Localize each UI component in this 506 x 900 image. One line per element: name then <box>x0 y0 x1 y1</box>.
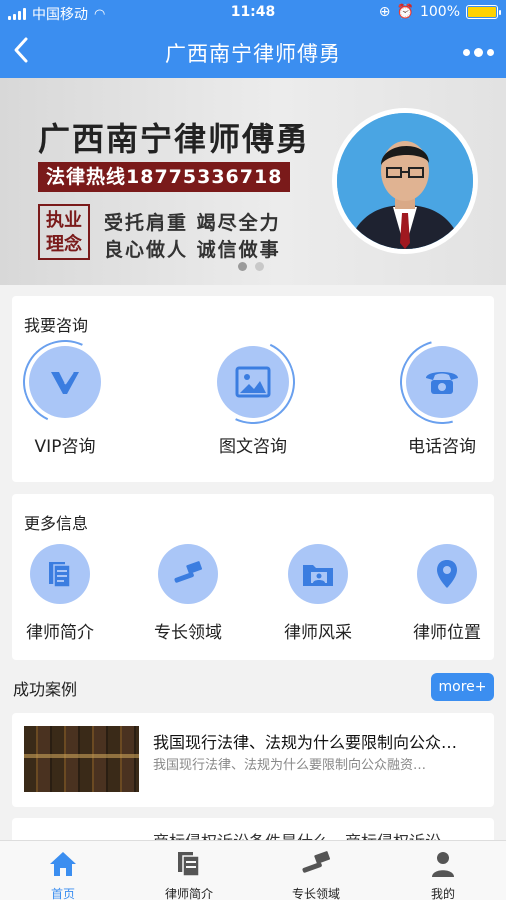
vip-consult-label: VIP咨询 <box>34 437 96 457</box>
consult-card: 我要咨询 VIP咨询 图文咨询 电话咨询 <box>11 296 500 482</box>
carousel-dot[interactable] <box>255 262 264 271</box>
carousel-indicator <box>238 262 264 271</box>
alarm-icon: ⏰ <box>396 4 414 20</box>
portrait-image <box>337 113 473 249</box>
more-info-card: 更多信息 律师简介 专长领域 律师风采 律师位置 <box>12 494 494 660</box>
bottom-tab-bar: 首页 律师简介 专长领域 我的 <box>0 840 506 900</box>
cases-more-button[interactable]: more+ <box>431 673 494 701</box>
home-icon <box>50 852 76 876</box>
user-icon <box>432 852 454 877</box>
tab-mine-label: 我的 <box>430 887 455 900</box>
banner-motto-1: 受托肩重 竭尽全力 <box>104 212 281 234</box>
carousel-dot-active[interactable] <box>238 262 247 271</box>
gavel-icon <box>302 851 331 873</box>
case-description: 我国现行法律、法规为什么要限制向公众融资… <box>153 758 427 773</box>
lawyer-gallery-label: 律师风采 <box>284 623 352 643</box>
orientation-lock-icon: ⊕ <box>378 4 391 20</box>
vip-consult-button[interactable]: VIP咨询 <box>5 328 125 457</box>
nav-bar: 广西南宁律师傅勇 <box>0 26 506 78</box>
top-bar: 中国移动 ◠ 11:48 ⊕ ⏰ 100% 广西南宁律师傅勇 <box>0 0 506 78</box>
phone-consult-button[interactable]: 电话咨询 <box>382 324 502 457</box>
image-text-consult-label: 图文咨询 <box>219 437 287 457</box>
more-menu-button[interactable] <box>463 48 494 57</box>
consult-title: 我要咨询 <box>24 316 89 335</box>
banner-carousel[interactable]: 广西南宁律师傅勇 法律热线18775336718 执业 理念 受托肩重 竭尽全力… <box>0 78 506 285</box>
location-pin-icon <box>437 560 457 588</box>
seal-line-2: 理念 <box>46 234 82 255</box>
banner-title: 广西南宁律师傅勇 <box>38 120 311 158</box>
banner-motto-2: 良心做人 诚信做事 <box>104 239 281 261</box>
expertise-label: 专长领域 <box>154 623 222 643</box>
seal-line-1: 执业 <box>46 210 82 231</box>
tab-home-label: 首页 <box>50 887 75 900</box>
battery-icon <box>466 5 501 19</box>
gavel-icon <box>174 561 203 583</box>
cases-section-title: 成功案例 <box>13 680 78 699</box>
tab-expertise[interactable]: 专长领域 <box>266 849 366 900</box>
expertise-button[interactable]: 专长领域 <box>138 544 238 643</box>
tab-expertise-label: 专长领域 <box>291 887 340 900</box>
battery-text: 100% <box>419 4 460 20</box>
case-thumbnail <box>24 726 139 792</box>
status-right: ⊕ ⏰ 100% <box>378 4 501 20</box>
more-info-title: 更多信息 <box>24 514 89 533</box>
status-bar: 中国移动 ◠ 11:48 ⊕ ⏰ 100% <box>0 0 506 26</box>
image-text-consult-button[interactable]: 图文咨询 <box>193 328 313 457</box>
banner-seal: 执业 理念 <box>38 204 90 260</box>
lawyer-portrait <box>332 108 478 254</box>
tab-lawyer-profile[interactable]: 律师简介 <box>139 849 239 900</box>
tab-lawyer-profile-label: 律师简介 <box>164 887 213 900</box>
tab-home[interactable]: 首页 <box>13 849 113 900</box>
lawyer-profile-label: 律师简介 <box>26 623 94 643</box>
page-title: 广西南宁律师傅勇 <box>165 42 341 66</box>
photo-folder-icon <box>303 565 333 586</box>
document-icon <box>178 852 200 877</box>
lawyer-location-button[interactable]: 律师位置 <box>397 544 497 643</box>
lawyer-location-label: 律师位置 <box>413 623 481 643</box>
tab-mine[interactable]: 我的 <box>393 849 493 900</box>
document-icon <box>49 562 71 588</box>
banner-hotline: 法律热线18775336718 <box>38 162 290 192</box>
case-list-item[interactable]: 我国现行法律、法规为什么要限制向公众… 我国现行法律、法规为什么要限制向公众融资… <box>12 713 494 807</box>
case-title: 我国现行法律、法规为什么要限制向公众… <box>153 733 458 752</box>
lawyer-profile-button[interactable]: 律师简介 <box>10 544 110 643</box>
lawyer-gallery-button[interactable]: 律师风采 <box>268 544 368 643</box>
phone-consult-label: 电话咨询 <box>408 437 476 457</box>
